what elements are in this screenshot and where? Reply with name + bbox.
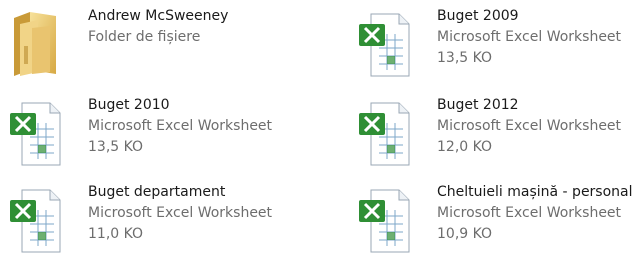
- excel-file-icon: [357, 6, 413, 86]
- file-size: 10,9 KO: [437, 226, 493, 242]
- file-type: Microsoft Excel Worksheet: [437, 118, 622, 134]
- file-size: 12,0 KO: [437, 139, 493, 155]
- file-tile-buget-2012[interactable]: Buget 2012 Microsoft Excel Worksheet 12,…: [357, 95, 621, 175]
- file-tile-cheltuieli-masina-personal[interactable]: Cheltuieli mașină - personal Microsoft E…: [357, 182, 633, 262]
- file-type: Microsoft Excel Worksheet: [437, 205, 622, 221]
- file-tile-buget-departament[interactable]: Buget departament Microsoft Excel Worksh…: [8, 182, 272, 262]
- excel-file-icon: [8, 182, 64, 262]
- file-tile-andrew-mcsweeney[interactable]: Andrew McSweeney Folder de fișiere: [8, 6, 228, 86]
- folder-icon: [8, 6, 64, 86]
- file-name: Buget 2009: [437, 8, 519, 24]
- file-name: Buget 2010: [88, 97, 170, 113]
- file-name: Buget 2012: [437, 97, 519, 113]
- file-size: 11,0 KO: [88, 226, 144, 242]
- file-type: Microsoft Excel Worksheet: [437, 29, 622, 45]
- file-name: Andrew McSweeney: [88, 8, 229, 24]
- file-type: Microsoft Excel Worksheet: [88, 205, 273, 221]
- excel-file-icon: [357, 182, 413, 262]
- excel-file-icon: [357, 95, 413, 175]
- file-tile-buget-2009[interactable]: Buget 2009 Microsoft Excel Worksheet 13,…: [357, 6, 621, 86]
- file-name: Cheltuieli mașină - personal: [437, 184, 633, 200]
- file-size: 13,5 KO: [88, 139, 144, 155]
- file-type: Microsoft Excel Worksheet: [88, 118, 273, 134]
- file-name: Buget departament: [88, 184, 226, 200]
- file-type: Folder de fișiere: [88, 29, 201, 45]
- file-tile-buget-2010[interactable]: Buget 2010 Microsoft Excel Worksheet 13,…: [8, 95, 272, 175]
- excel-file-icon: [8, 95, 64, 175]
- file-size: 13,5 KO: [437, 50, 493, 66]
